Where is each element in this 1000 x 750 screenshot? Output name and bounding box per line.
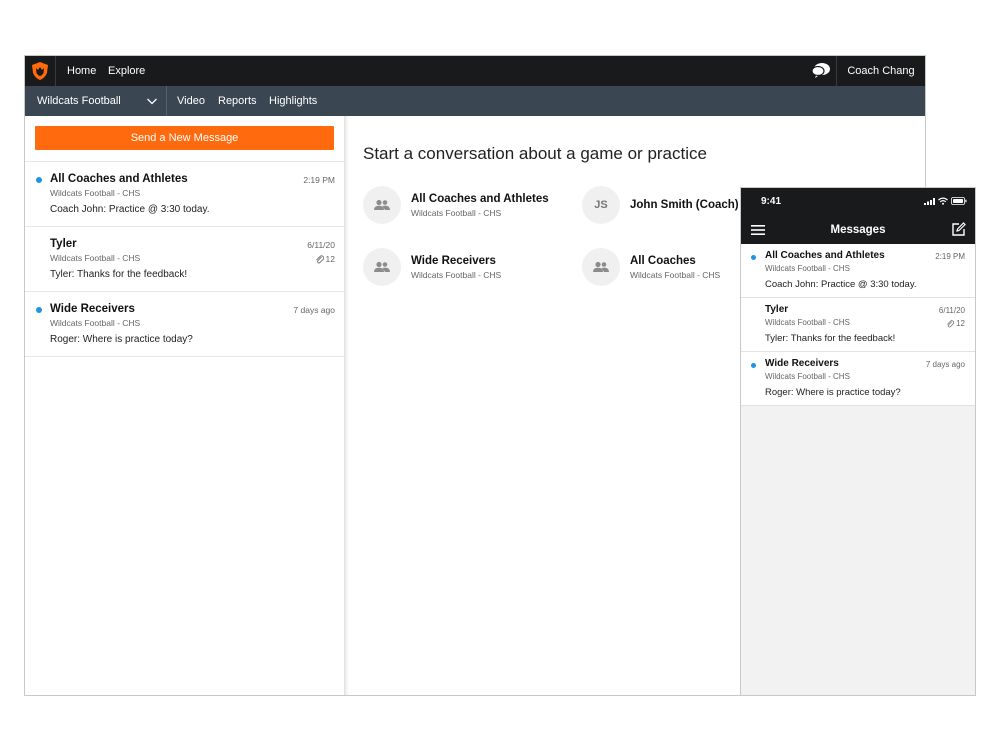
team-selector-dropdown[interactable]: Wildcats Football [25,86,167,116]
conversation-item[interactable]: All Coaches and Athletes Wildcats Footba… [25,162,345,227]
status-time: 9:41 [761,196,782,207]
group-avatar [582,248,620,286]
chevron-down-icon [147,98,157,105]
start-conversation-heading: Start a conversation about a game or pra… [363,144,707,163]
nav-home[interactable]: Home [67,56,96,86]
user-name: Coach Chang [847,65,915,77]
team-name: Wildcats Football [37,95,121,107]
conversation-item[interactable]: Tyler Wildcats Football - CHS Tyler: Tha… [741,298,975,352]
conversation-team: Wildcats Football - CHS [50,253,141,263]
group-title: Wide Receivers [411,255,496,267]
nav-video[interactable]: Video [177,86,205,116]
conversation-preview: Coach John: Practice @ 3:30 today. [50,204,210,215]
send-new-message-button[interactable]: Send a New Message [35,126,334,150]
conversation-time: 7 days ago [925,360,965,369]
attachment-count: 12 [315,254,335,264]
group-icon [374,261,390,272]
conversation-preview: Roger: Where is practice today? [765,387,901,398]
conversation-preview: Coach John: Practice @ 3:30 today. [765,279,917,290]
unread-dot [751,363,756,368]
conversation-title: Wide Receivers [50,303,135,315]
person-avatar: JS [582,186,620,224]
conversation-team: Wildcats Football - CHS [50,188,141,198]
conversation-time: 7 days ago [293,305,335,315]
group-avatar [363,186,401,224]
conversation-time: 6/11/20 [938,306,965,315]
conversation-team: Wildcats Football - CHS [765,318,850,327]
conversation-title: All Coaches and Athletes [50,173,188,185]
system-indicators [924,197,967,205]
battery-icon [951,197,967,205]
phone-status-bar: 9:41 [741,188,975,216]
unread-dot [36,177,42,183]
person-name: John Smith (Coach) [630,199,739,211]
group-avatar [363,248,401,286]
conversation-time: 6/11/20 [307,240,335,250]
conversation-preview: Tyler: Thanks for the feedback! [765,333,896,344]
attachment-count: 12 [946,319,965,328]
conversation-title: Tyler [765,304,789,315]
conversation-preview: Roger: Where is practice today? [50,334,193,345]
team-navigation-bar: Wildcats Football Video Reports Highligh… [25,86,925,116]
unread-dot [751,255,756,260]
wildcat-shield-logo-icon [32,62,48,80]
conversation-time: 2:19 PM [935,252,965,261]
user-menu[interactable]: Coach Chang [836,56,925,86]
paperclip-icon [315,255,324,264]
chat-bubbles-icon[interactable] [811,62,831,80]
conversation-item[interactable]: All Coaches and Athletes Wildcats Footba… [741,244,975,298]
nav-highlights[interactable]: Highlights [269,86,317,116]
conversation-time: 2:19 PM [303,175,335,185]
group-team: Wildcats Football - CHS [411,270,502,280]
group-option[interactable]: All Coaches and Athletes Wildcats Footba… [363,186,573,226]
group-title: All Coaches [630,255,696,267]
conversation-preview: Tyler: Thanks for the feedback! [50,269,188,280]
conversation-title: Wide Receivers [765,358,839,369]
attachment-count-value: 12 [956,319,965,328]
avatar-initials: JS [594,199,608,211]
unread-dot [36,307,42,313]
nav-reports[interactable]: Reports [218,86,257,116]
conversations-panel: Send a New Message All Coaches and Athle… [25,116,345,695]
nav-explore[interactable]: Explore [108,56,145,86]
group-icon [593,261,609,272]
conversation-list: All Coaches and Athletes Wildcats Footba… [25,161,345,357]
group-icon [374,199,390,210]
group-team: Wildcats Football - CHS [411,208,502,218]
compose-icon[interactable] [951,222,966,237]
paperclip-icon [947,320,955,328]
mobile-app: 9:41 Messages All Coaches and Athletes W… [740,187,976,696]
conversation-team: Wildcats Football - CHS [50,318,141,328]
conversation-team: Wildcats Football - CHS [765,264,850,273]
conversation-item[interactable]: Wide Receivers Wildcats Football - CHS R… [741,352,975,406]
group-team: Wildcats Football - CHS [630,270,721,280]
group-option[interactable]: Wide Receivers Wildcats Football - CHS [363,248,573,288]
phone-header: Messages [741,216,975,244]
conversation-item[interactable]: Tyler Wildcats Football - CHS Tyler: Tha… [25,227,345,292]
phone-title: Messages [830,224,886,236]
phone-conversation-list: All Coaches and Athletes Wildcats Footba… [741,244,975,406]
wifi-icon [938,197,948,205]
group-title: All Coaches and Athletes [411,193,549,205]
conversation-team: Wildcats Football - CHS [765,372,850,381]
top-navigation-bar: Home Explore Coach Chang [25,56,925,86]
conversation-title: Tyler [50,238,77,250]
conversation-title: All Coaches and Athletes [765,250,885,261]
attachment-count-value: 12 [325,254,335,264]
conversation-item[interactable]: Wide Receivers Wildcats Football - CHS R… [25,292,345,357]
logo[interactable] [25,56,56,86]
signal-icon [924,197,935,205]
